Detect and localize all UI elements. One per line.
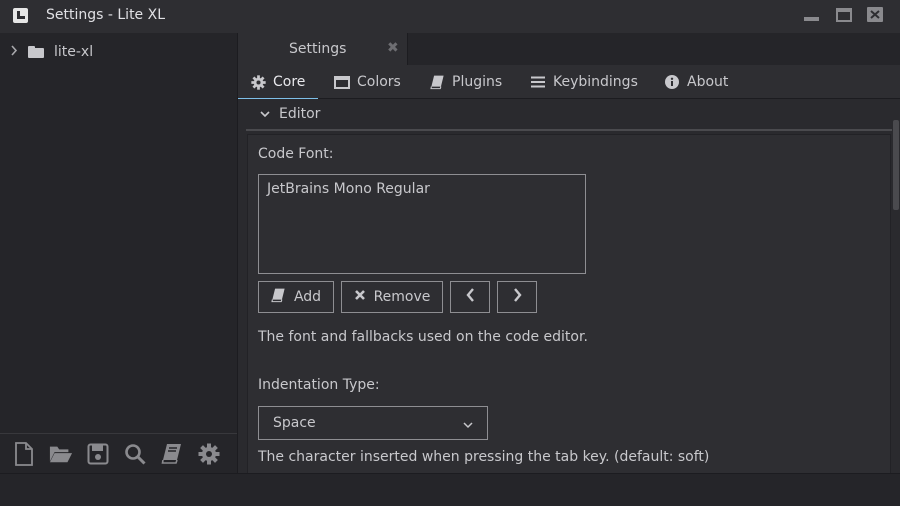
remove-button-label: Remove	[373, 289, 431, 305]
new-file-icon[interactable]	[12, 441, 36, 466]
code-font-description: The font and fallbacks used on the code …	[258, 329, 588, 345]
move-down-button[interactable]	[497, 281, 537, 313]
add-button-label: Add	[293, 289, 322, 305]
settings-tab-label: Core	[273, 74, 306, 90]
tab-bar: Settings ✖	[238, 33, 900, 65]
settings-tab-label: Colors	[357, 74, 401, 90]
book-icon	[429, 74, 445, 90]
tab-settings[interactable]: Settings ✖	[238, 33, 408, 65]
book-icon	[271, 288, 286, 307]
status-bar	[0, 473, 900, 506]
sidebar-toolbar	[0, 433, 237, 473]
tree-item-lite-xl[interactable]: lite-xl	[10, 42, 93, 62]
settings-tab-colors[interactable]: Colors	[322, 65, 413, 99]
section-title: Editor	[279, 106, 321, 122]
content-scrollbar[interactable]	[893, 120, 899, 210]
folder-icon	[28, 46, 44, 58]
list-item[interactable]: JetBrains Mono Regular	[267, 181, 577, 197]
settings-tab-plugins[interactable]: Plugins	[417, 65, 514, 99]
chevron-right-icon	[513, 288, 522, 306]
indentation-type-label: Indentation Type:	[258, 377, 380, 393]
settings-tab-keybindings[interactable]: Keybindings	[518, 65, 650, 99]
title-bar: Settings - Lite XL	[0, 0, 900, 33]
editor-section-header[interactable]: Editor	[246, 99, 892, 131]
close-icon	[354, 289, 366, 305]
close-icon[interactable]	[867, 7, 883, 22]
indentation-type-description: The character inserted when pressing the…	[258, 449, 710, 465]
move-up-button[interactable]	[450, 281, 490, 313]
search-icon[interactable]	[123, 442, 147, 466]
minimize-icon[interactable]	[803, 7, 819, 23]
tab-close-icon[interactable]: ✖	[387, 40, 399, 56]
save-icon[interactable]	[86, 442, 110, 466]
window-title: Settings - Lite XL	[46, 7, 166, 23]
remove-font-button[interactable]: Remove	[341, 281, 443, 313]
book-icon[interactable]	[160, 442, 184, 466]
file-tree-sidebar: lite-xl	[0, 33, 237, 473]
settings-tab-about[interactable]: About	[652, 65, 740, 99]
chevron-down-icon	[463, 417, 473, 433]
settings-tab-core[interactable]: Core	[238, 65, 318, 100]
chevron-left-icon	[465, 288, 475, 306]
code-font-label: Code Font:	[258, 146, 334, 162]
gear-icon	[250, 74, 266, 90]
settings-tab-label: Keybindings	[553, 74, 638, 90]
app-logo-icon	[13, 8, 28, 23]
open-folder-icon[interactable]	[49, 442, 73, 466]
settings-content: Editor Code Font: JetBrains Mono Regular…	[238, 99, 900, 473]
tree-item-label: lite-xl	[54, 44, 94, 60]
window-icon	[334, 74, 350, 90]
settings-tab-label: Plugins	[452, 74, 503, 90]
chevron-right-icon	[10, 44, 22, 60]
editor-section-body: Code Font: JetBrains Mono Regular Add Re…	[247, 134, 891, 473]
add-font-button[interactable]: Add	[258, 281, 334, 313]
indentation-type-select[interactable]: Space	[258, 406, 488, 440]
code-font-list[interactable]: JetBrains Mono Regular	[258, 174, 586, 274]
settings-tab-label: About	[687, 74, 729, 90]
info-icon	[664, 74, 680, 90]
tab-label: Settings	[289, 41, 347, 57]
settings-tabs: Core Colors Plugins Keybindings About	[238, 65, 900, 100]
chevron-down-icon	[260, 106, 270, 122]
gear-icon[interactable]	[197, 442, 221, 466]
select-value: Space	[273, 415, 316, 431]
list-icon	[530, 74, 546, 90]
maximize-icon[interactable]	[836, 8, 852, 22]
